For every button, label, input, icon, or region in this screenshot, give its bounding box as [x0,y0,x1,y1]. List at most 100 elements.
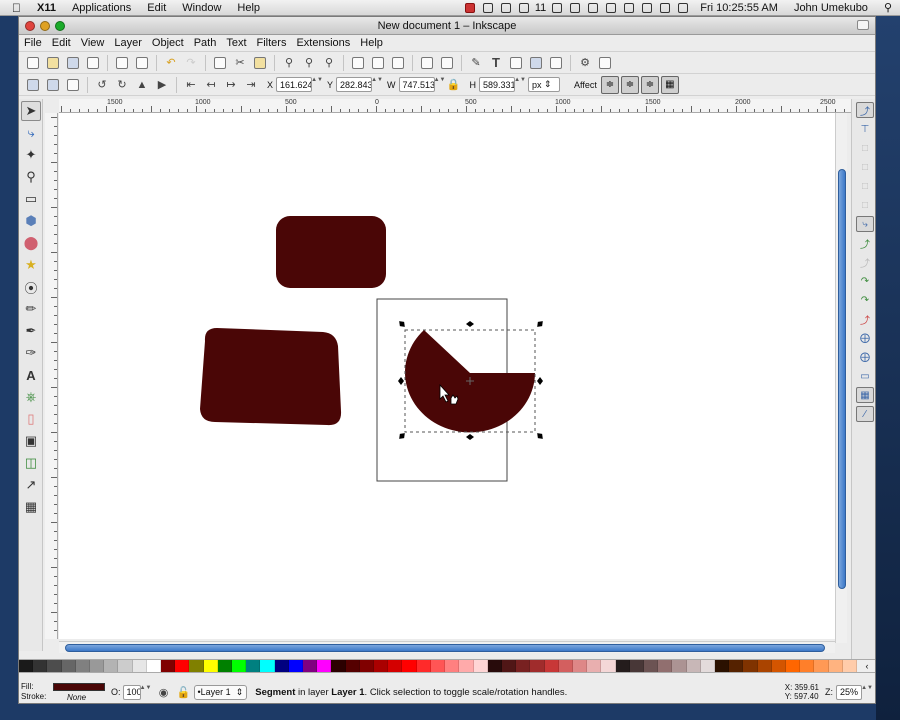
palette-swatch[interactable] [345,660,360,672]
snap-page-border-toggle[interactable]: ▭ [856,368,874,384]
save-icon[interactable] [65,55,81,71]
close-button[interactable] [25,20,35,31]
preferences-icon[interactable]: ⚙ [577,55,593,71]
tray-app-icon[interactable] [588,2,599,13]
mac-app-menu[interactable]: X11 [29,2,64,14]
palette-scroll-icon[interactable]: ‹ [856,660,875,672]
opacity-input[interactable]: 100 [122,684,141,700]
menu-filters[interactable]: Filters [252,37,292,49]
spiral-tool-icon[interactable]: ⦿ [21,277,41,297]
unit-select[interactable]: px ⇕ [528,77,561,92]
title-bar[interactable]: New document 1 – Inkscape [19,17,875,35]
palette-swatch[interactable] [75,660,91,672]
mac-menu-window[interactable]: Window [174,2,229,14]
horizontal-scroll-thumb[interactable] [65,644,825,652]
rotate-cw-icon[interactable]: ↻ [114,77,130,93]
palette-swatch[interactable] [47,660,62,672]
palette-swatch[interactable] [416,660,431,672]
text-tool-icon[interactable]: A [21,365,41,385]
tray-app-icon[interactable] [570,2,581,13]
snap-smooth-nodes-toggle[interactable]: ↷ [856,292,874,308]
palette-swatch[interactable] [402,660,417,672]
menu-extensions[interactable]: Extensions [291,37,355,49]
node-tool-icon[interactable]: ⤷ [21,123,41,143]
deselect-icon[interactable] [65,77,81,93]
3d-box-tool-icon[interactable]: ⬢ [21,211,41,231]
palette-swatch[interactable] [601,660,616,672]
snap-grid-toggle[interactable]: ▦ [856,387,874,403]
rounded-rectangle-shape[interactable] [276,216,386,288]
lock-layer-icon[interactable]: 🔓 [176,684,192,700]
menu-file[interactable]: File [19,37,47,49]
hide-layer-icon[interactable]: ◉ [156,684,172,700]
wifi-icon[interactable] [642,2,653,13]
layers-icon[interactable] [548,55,564,71]
flip-vertical-icon[interactable]: ▶ [154,77,170,93]
palette-swatch[interactable] [61,660,76,672]
palette-swatch[interactable] [587,660,602,672]
lower-to-bottom-icon[interactable]: ⇥ [243,77,259,93]
height-spinner[interactable]: ▲▼ [514,77,526,92]
scale-stroke-toggle[interactable]: ≑ [600,75,619,94]
palette-swatch[interactable] [473,660,488,672]
vertical-scrollbar[interactable] [835,113,847,643]
group-icon[interactable] [419,55,435,71]
volume-icon[interactable] [660,2,671,13]
lock-icon[interactable]: 🔒 [446,77,462,93]
palette-swatch[interactable] [516,660,531,672]
menu-view[interactable]: View [76,37,110,49]
x-spinner[interactable]: ▲▼ [311,77,323,92]
palette-swatch[interactable] [132,660,147,672]
palette-swatch[interactable] [615,660,630,672]
x-input[interactable]: 161.624 [276,77,313,92]
snap-rotation-center-toggle[interactable]: ⨁ [856,349,874,365]
airplay-icon[interactable] [606,2,617,13]
palette-swatch[interactable] [572,660,588,672]
palette-swatch[interactable] [246,660,261,672]
palette-swatch[interactable] [232,660,247,672]
palette-swatch[interactable] [303,660,318,672]
dropbox-icon[interactable] [552,2,563,13]
fill-swatch[interactable] [53,683,105,691]
align-distribute-icon[interactable] [528,55,544,71]
snap-bbox-midpoints-toggle[interactable]: □ [856,178,874,194]
y-input[interactable]: 282.843 [336,77,373,92]
palette-swatch[interactable] [501,660,517,672]
snap-bbox-edges-toggle[interactable]: □ [856,140,874,156]
connector-tool-icon[interactable]: ▦ [21,497,41,517]
palette-swatch[interactable] [729,660,744,672]
palette-swatch[interactable] [743,660,758,672]
new-document-icon[interactable] [25,55,41,71]
menu-text[interactable]: Text [221,37,251,49]
palette-swatch[interactable] [487,660,502,672]
tray-app-icon[interactable] [500,2,511,13]
palette-swatch[interactable] [686,660,701,672]
user-name[interactable]: John Umekubo [786,2,876,14]
document-properties-icon[interactable] [597,55,613,71]
snap-guides-toggle[interactable]: ∕ [856,406,874,422]
zoom-page-icon[interactable]: ⚲ [321,55,337,71]
paste-icon[interactable] [252,55,268,71]
menu-layer[interactable]: Layer [109,37,147,49]
text-font-icon[interactable]: T [488,55,504,71]
duplicate-icon[interactable] [350,55,366,71]
palette-swatch[interactable] [331,660,346,672]
rotate-ccw-icon[interactable]: ↺ [94,77,110,93]
palette-swatch[interactable] [828,660,843,672]
palette-swatch[interactable] [842,660,857,672]
spotlight-icon[interactable]: ⚲ [876,1,900,14]
ungroup-icon[interactable] [439,55,455,71]
palette-swatch[interactable] [359,660,375,672]
rectangle-tool-icon[interactable]: ▭ [21,189,41,209]
palette-swatch[interactable] [785,660,801,672]
dropper-tool-icon[interactable]: ↗ [21,475,41,495]
unlink-clone-icon[interactable] [390,55,406,71]
palette-swatch[interactable] [558,660,573,672]
select-all-icon[interactable] [25,77,41,93]
palette-swatch[interactable] [175,660,190,672]
palette-swatch[interactable] [388,660,403,672]
selector-tool-icon[interactable]: ➤ [21,101,41,121]
horizontal-scrollbar[interactable] [59,641,835,653]
apple-menu-icon[interactable]:  [0,1,29,15]
open-icon[interactable] [45,55,61,71]
